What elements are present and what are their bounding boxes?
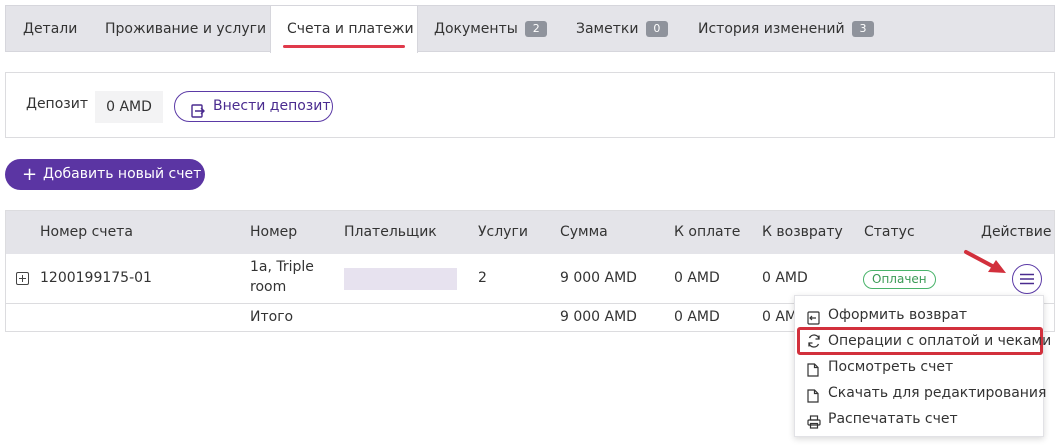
count-badge: 3 [852,21,875,37]
menu-item-label: Распечатать счет [828,411,958,427]
invoice-number: 1200199175-01 [40,270,152,286]
menu-item-payment-operations[interactable]: Операции с оплатой и чеками [797,327,1051,355]
tab-history[interactable]: История изменений 3 [698,6,875,52]
menu-item-label: Скачать для редактирования [828,385,1047,401]
add-invoice-button[interactable]: + Добавить новый счет [5,159,205,190]
total-label: Итого [250,309,294,325]
invoice-sum: 9 000 AMD [560,270,637,286]
column-header: Номер счета [40,224,133,240]
tab-label: Заметки [576,21,639,37]
add-invoice-label: Добавить новый счет [43,166,202,182]
tab-label: Документы [434,21,518,37]
menu-icon [1020,273,1034,285]
row-actions-menu: Оформить возврат Операции с оплатой и че… [794,295,1051,437]
amount-refund: 0 AMD [762,270,808,286]
payer-redacted [344,268,457,290]
total-refund: 0 AM [762,309,798,325]
add-deposit-label: Внести депозит [213,98,331,114]
column-header: К оплате [674,224,741,240]
room-number: room [250,279,287,295]
menu-item-refund[interactable]: Оформить возврат [795,302,1043,328]
expand-row-icon[interactable] [16,272,29,285]
deposit-value: 0 AMD [95,91,163,123]
deposit-icon [191,100,205,129]
tab-label: История изменений [698,21,845,37]
printer-icon [807,412,821,438]
tab-documents[interactable]: Документы 2 [434,6,548,52]
deposit-label: Депозит [26,96,88,112]
count-badge: 0 [645,21,668,37]
tab-invoices-payments[interactable]: Счета и платежи [270,6,418,53]
pointer-arrow-icon [964,250,1006,273]
active-tab-underline [283,45,405,48]
room-number: 1a, Triple [250,259,314,275]
tab-label: Проживание и услуги [105,21,267,37]
menu-item-view-invoice[interactable]: Посмотреть счет [795,354,1043,380]
total-sum: 9 000 AMD [560,309,637,325]
column-header: Плательщик [344,224,437,240]
tab-bar: Детали Проживание и услуги Счета и плате… [5,5,1055,53]
column-header: Сумма [560,224,608,240]
menu-item-print-invoice[interactable]: Распечатать счет [795,406,1043,432]
tab-notes[interactable]: Заметки 0 [576,6,668,52]
tab-accommodation-services[interactable]: Проживание и услуги [105,6,266,52]
total-to-pay: 0 AMD [674,309,720,325]
services-count: 2 [478,270,487,286]
column-header: Действие [981,224,1052,240]
column-header: Услуги [478,224,528,240]
menu-item-label: Операции с оплатой и чеками [828,333,1052,349]
status-badge: Оплачен [863,270,936,289]
amount-to-pay: 0 AMD [674,270,720,286]
tab-label: Счета и платежи [287,21,414,37]
deposit-card: Депозит 0 AMD Внести депозит [5,72,1055,138]
plus-icon: + [22,164,38,185]
add-deposit-button[interactable]: Внести депозит [174,91,333,122]
column-header: Статус [864,224,915,240]
sync-icon [807,333,821,355]
table-header: Номер счета Номер Плательщик Услуги Сумм… [6,211,1054,254]
menu-item-label: Оформить возврат [828,307,968,323]
tab-details[interactable]: Детали [23,6,77,52]
row-actions-button[interactable] [1012,264,1042,294]
count-badge: 2 [525,21,548,37]
column-header: Номер [250,224,298,240]
tab-label: Детали [23,21,78,37]
menu-item-label: Посмотреть счет [828,359,954,375]
menu-item-download-editable[interactable]: Скачать для редактирования [795,380,1047,406]
column-header: К возврату [762,224,843,240]
